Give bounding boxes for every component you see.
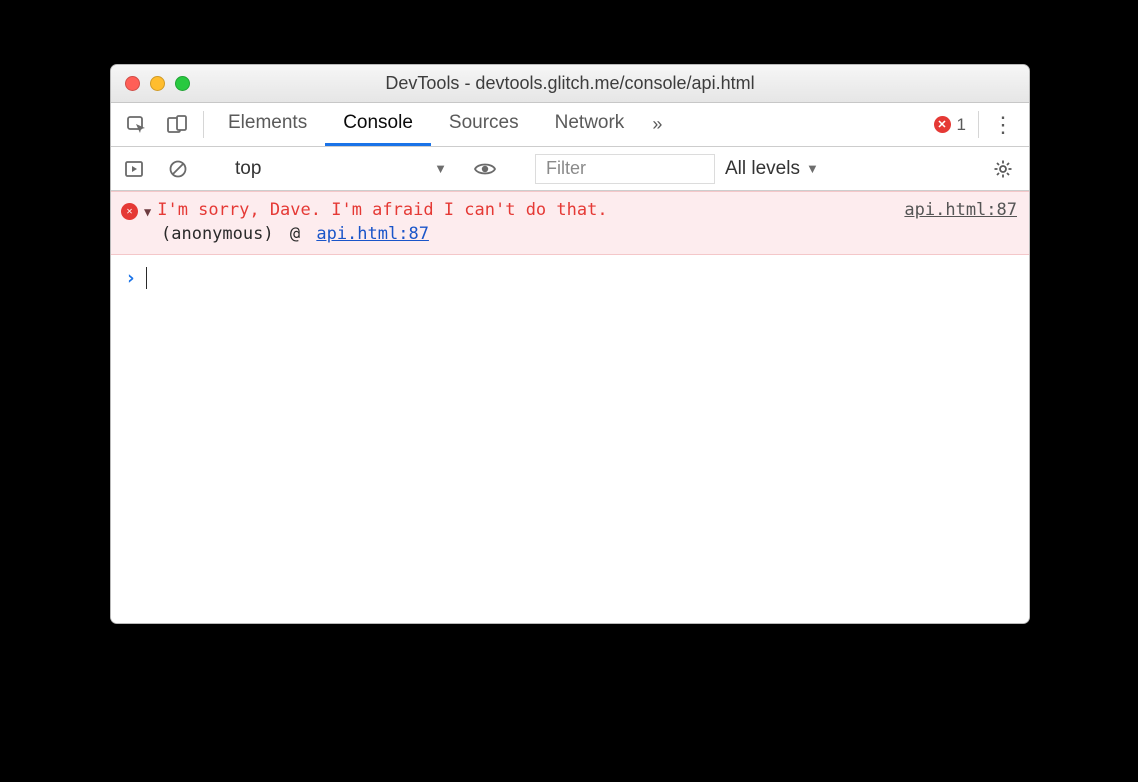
console-toolbar: top ▼ All levels ▼	[111, 147, 1029, 191]
clear-console-icon[interactable]	[161, 159, 195, 179]
error-message-text: I'm sorry, Dave. I'm afraid I can't do t…	[157, 200, 898, 220]
devtools-window: DevTools - devtools.glitch.me/console/ap…	[110, 64, 1030, 624]
console-prompt[interactable]: ›	[111, 255, 1029, 301]
toggle-sidebar-icon[interactable]	[117, 159, 151, 179]
stack-frame-link[interactable]: api.html:87	[316, 224, 429, 244]
tab-sources[interactable]: Sources	[431, 103, 537, 146]
chevron-down-icon: ▼	[434, 161, 447, 176]
separator	[978, 111, 979, 138]
window-titlebar: DevTools - devtools.glitch.me/console/ap…	[111, 65, 1029, 103]
devtools-main-toolbar: Elements Console Sources Network » 1 ⋮	[111, 103, 1029, 147]
chevron-double-right-icon: »	[652, 114, 662, 135]
separator	[203, 111, 204, 138]
more-options-button[interactable]: ⋮	[985, 103, 1021, 146]
stack-trace: (anonymous) @ api.html:87	[121, 224, 1017, 244]
window-title: DevTools - devtools.glitch.me/console/ap…	[111, 73, 1029, 94]
tab-network[interactable]: Network	[537, 103, 643, 146]
kebab-icon: ⋮	[992, 112, 1014, 138]
prompt-chevron-icon: ›	[125, 267, 136, 289]
text-caret	[146, 267, 147, 289]
window-traffic-lights	[125, 76, 190, 91]
filter-input[interactable]	[535, 154, 715, 184]
tabs-overflow-button[interactable]: »	[642, 103, 672, 146]
gear-icon	[993, 159, 1013, 179]
stack-frame-at: @	[290, 224, 300, 244]
console-messages: ▼ I'm sorry, Dave. I'm afraid I can't do…	[111, 191, 1029, 623]
error-source-link[interactable]: api.html:87	[904, 200, 1017, 220]
error-icon	[121, 203, 138, 220]
disclosure-triangle-icon[interactable]: ▼	[144, 205, 151, 219]
window-close-button[interactable]	[125, 76, 140, 91]
errors-counter[interactable]: 1	[928, 103, 972, 146]
tab-console[interactable]: Console	[325, 103, 431, 146]
execution-context-label: top	[235, 158, 261, 180]
log-levels-label: All levels	[725, 158, 800, 180]
log-levels-selector[interactable]: All levels ▼	[725, 158, 819, 180]
tab-elements[interactable]: Elements	[210, 103, 325, 146]
errors-count: 1	[957, 115, 966, 135]
console-error-message[interactable]: ▼ I'm sorry, Dave. I'm afraid I can't do…	[111, 191, 1029, 255]
window-minimize-button[interactable]	[150, 76, 165, 91]
stack-frame-function: (anonymous)	[161, 224, 274, 244]
devtools-tabs: Elements Console Sources Network	[210, 103, 642, 146]
toggle-device-toolbar-icon[interactable]	[157, 103, 197, 146]
console-settings-button[interactable]	[985, 159, 1021, 179]
inspect-element-icon[interactable]	[117, 103, 157, 146]
execution-context-selector[interactable]: top ▼	[228, 154, 458, 184]
error-icon	[934, 116, 951, 133]
live-expression-icon[interactable]	[468, 157, 502, 181]
window-zoom-button[interactable]	[175, 76, 190, 91]
chevron-down-icon: ▼	[806, 161, 819, 176]
